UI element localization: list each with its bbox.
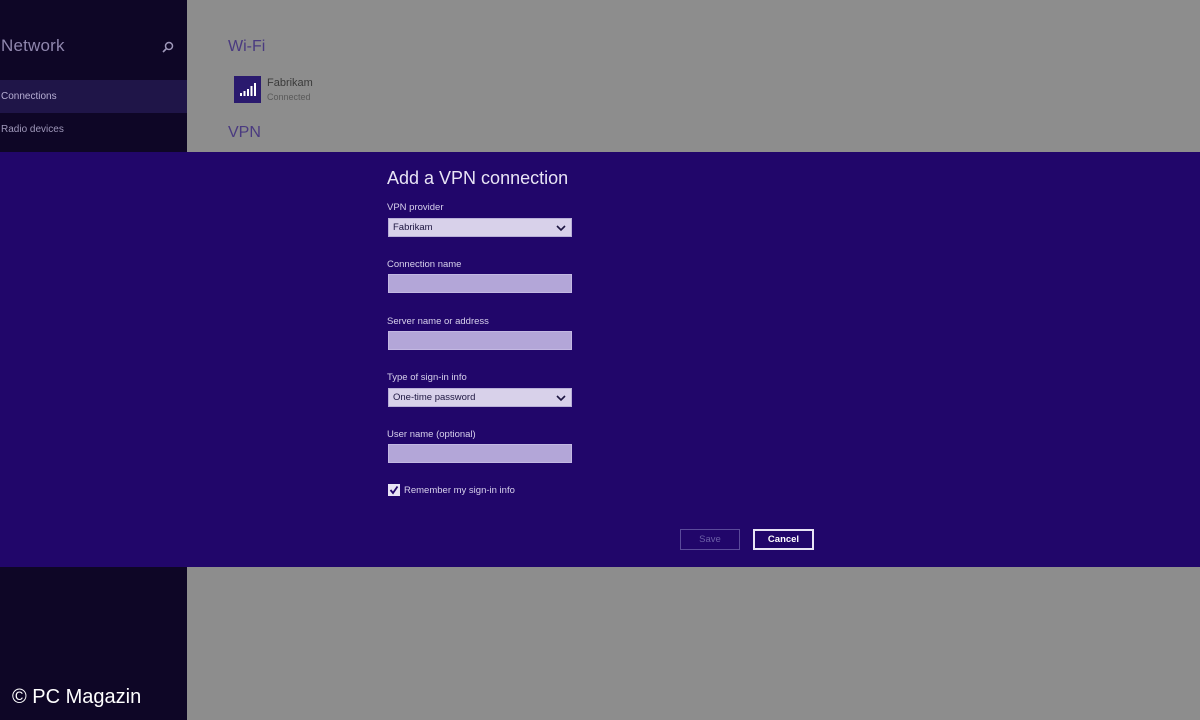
remember-signin-label: Remember my sign-in info — [404, 485, 515, 496]
signin-type-value: One-time password — [393, 392, 476, 403]
sidebar-item-radio-devices[interactable]: Radio devices — [0, 113, 187, 146]
watermark: © PC Magazin — [12, 686, 142, 708]
wifi-heading: Wi-Fi — [228, 38, 266, 55]
sidebar-item-label: Connections — [1, 91, 57, 102]
sidebar-title: Network — [1, 36, 65, 55]
remember-signin-checkbox[interactable] — [388, 484, 400, 496]
wifi-network-name: Fabrikam — [267, 77, 313, 89]
vpn-provider-label: VPN provider — [387, 202, 444, 213]
search-icon[interactable] — [161, 40, 175, 54]
vpn-heading: VPN — [228, 124, 261, 141]
wifi-network-tile[interactable] — [234, 76, 261, 103]
add-vpn-dialog: Add a VPN connection VPN provider Fabrik… — [0, 152, 1200, 567]
signin-type-select[interactable]: One-time password — [388, 388, 572, 407]
sidebar-item-label: Radio devices — [1, 124, 64, 135]
connection-name-label: Connection name — [387, 259, 462, 270]
wifi-signal-icon — [240, 83, 256, 96]
vpn-provider-value: Fabrikam — [393, 222, 433, 233]
chevron-down-icon — [556, 395, 566, 402]
username-label: User name (optional) — [387, 429, 476, 440]
chevron-down-icon — [556, 225, 566, 232]
save-button[interactable]: Save — [680, 529, 740, 550]
checkmark-icon — [389, 485, 399, 495]
vpn-provider-select[interactable]: Fabrikam — [388, 218, 572, 237]
dialog-title: Add a VPN connection — [387, 168, 569, 188]
signin-type-label: Type of sign-in info — [387, 372, 467, 383]
sidebar-item-connections[interactable]: Connections — [0, 80, 187, 113]
username-input[interactable] — [388, 444, 572, 463]
connection-name-input[interactable] — [388, 274, 572, 293]
server-address-input[interactable] — [388, 331, 572, 350]
wifi-network-status: Connected — [267, 92, 311, 102]
cancel-button[interactable]: Cancel — [753, 529, 814, 550]
server-address-label: Server name or address — [387, 316, 489, 327]
